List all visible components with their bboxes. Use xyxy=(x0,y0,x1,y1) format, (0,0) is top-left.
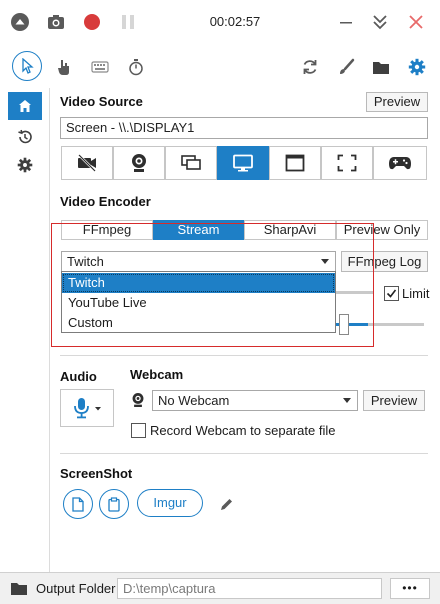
webcam-selected: No Webcam xyxy=(158,393,230,408)
section-divider xyxy=(60,355,428,356)
screenshot-camera-icon[interactable] xyxy=(44,10,68,34)
output-path-field[interactable]: D:\temp\captura xyxy=(117,578,382,599)
audio-title: Audio xyxy=(60,369,97,384)
webcam-dropdown[interactable]: No Webcam xyxy=(152,390,358,411)
source-no-video-button[interactable] xyxy=(61,146,113,180)
separate-file-checkbox[interactable] xyxy=(131,423,146,438)
webcam-icon xyxy=(128,390,148,410)
pause-icon[interactable] xyxy=(116,10,140,34)
keyboard-icon[interactable] xyxy=(88,55,112,79)
source-gamepad-button[interactable] xyxy=(373,146,427,180)
sidebar-settings-gear-icon[interactable] xyxy=(8,152,42,178)
recording-timer: 00:02:57 xyxy=(209,14,261,29)
collapse-icon[interactable] xyxy=(8,10,32,34)
save-to-file-button[interactable] xyxy=(63,489,93,519)
settings-gear-icon[interactable] xyxy=(405,55,429,79)
video-source-preview-button[interactable]: Preview xyxy=(366,92,428,112)
clipboard-button[interactable] xyxy=(99,489,129,519)
cursor-mode-button[interactable] xyxy=(12,51,42,81)
audio-source-button[interactable] xyxy=(60,389,114,427)
source-webcam-button[interactable] xyxy=(113,146,165,180)
hand-pointer-icon[interactable] xyxy=(52,55,76,79)
sidebar-home-button[interactable] xyxy=(8,92,42,120)
record-button[interactable] xyxy=(80,10,104,34)
refresh-icon[interactable] xyxy=(298,55,322,79)
fps-slider-track[interactable] xyxy=(368,323,424,326)
source-screen-button[interactable] xyxy=(217,146,269,180)
video-source-field[interactable]: Screen - \\.\DISPLAY1 xyxy=(60,117,428,139)
brush-icon[interactable] xyxy=(334,55,358,79)
webcam-chevron-down-icon[interactable] xyxy=(340,393,354,408)
close-icon[interactable] xyxy=(404,10,428,34)
webcam-title: Webcam xyxy=(130,367,184,382)
webcam-preview-button[interactable]: Preview xyxy=(363,390,425,411)
minimize-icon[interactable] xyxy=(334,10,358,34)
limit-label: Limit xyxy=(402,286,430,301)
limit-checkbox[interactable] xyxy=(384,286,399,301)
more-options-button[interactable]: ••• xyxy=(390,578,430,599)
source-window-button[interactable] xyxy=(165,146,217,180)
video-encoder-title: Video Encoder xyxy=(60,194,151,209)
minimize-to-tray-icon[interactable] xyxy=(368,10,392,34)
edit-pencil-icon[interactable] xyxy=(215,493,237,515)
video-source-title: Video Source xyxy=(60,94,143,109)
source-fullscreen-button[interactable] xyxy=(321,146,373,180)
output-folder-icon[interactable] xyxy=(8,579,30,597)
highlight-box xyxy=(51,223,374,347)
sidebar-history-icon[interactable] xyxy=(8,124,42,150)
sidebar-divider xyxy=(49,88,50,572)
output-folder-label: Output Folder xyxy=(36,581,116,596)
screenshot-title: ScreenShot xyxy=(60,466,133,481)
source-region-button[interactable] xyxy=(269,146,321,180)
folder-icon[interactable] xyxy=(369,55,393,79)
section-divider-2 xyxy=(60,453,428,454)
separate-file-label: Record Webcam to separate file xyxy=(150,423,336,438)
imgur-button[interactable]: Imgur xyxy=(137,489,203,517)
stopwatch-icon[interactable] xyxy=(124,55,148,79)
